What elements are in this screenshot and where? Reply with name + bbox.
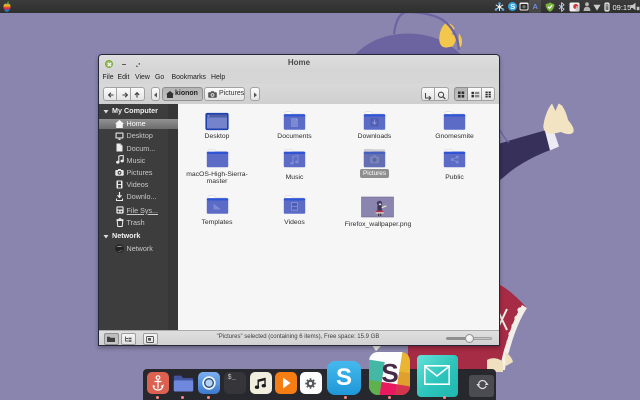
svg-text:S: S <box>381 358 398 388</box>
